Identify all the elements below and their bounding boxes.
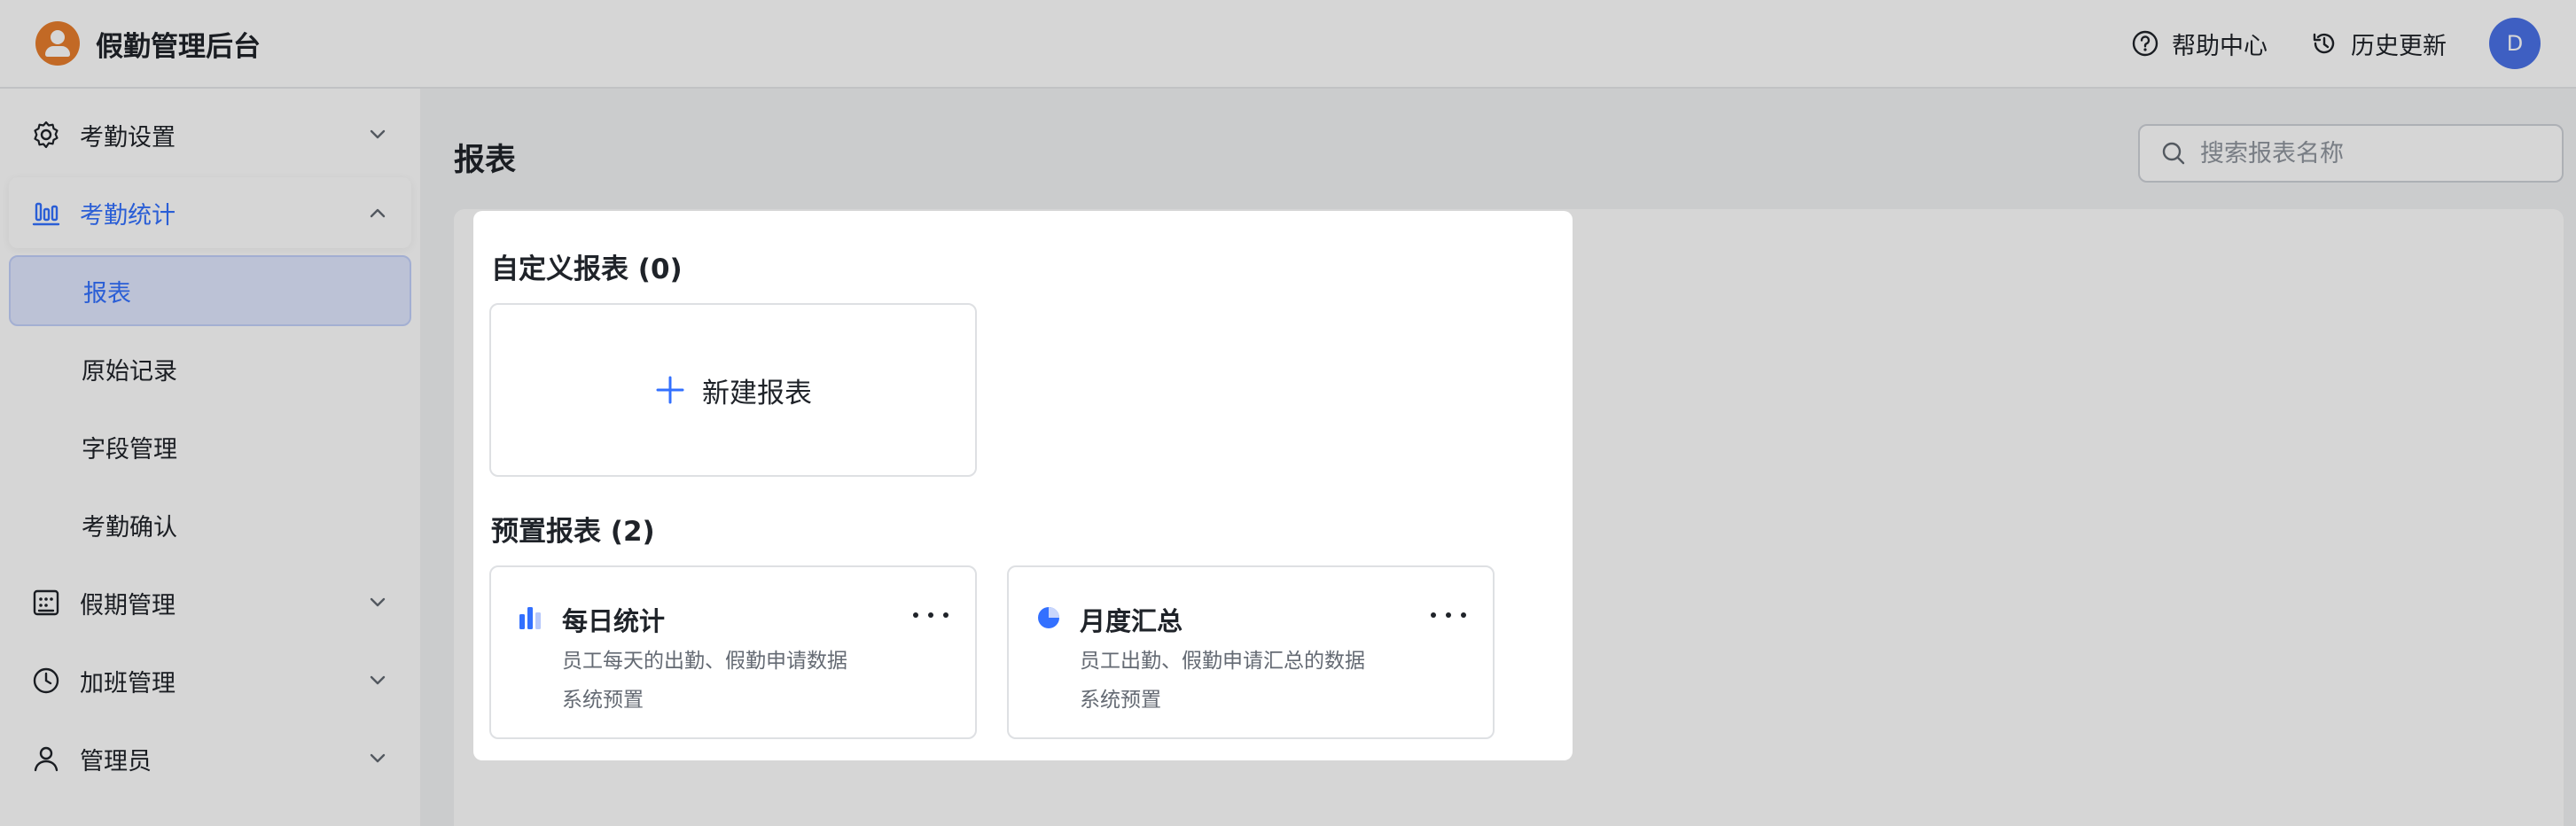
pie-chart-icon xyxy=(1038,607,1059,628)
report-name: 月度汇总 xyxy=(1080,606,1183,636)
new-report-label: 新建报表 xyxy=(702,377,812,409)
report-tag: 系统预置 xyxy=(562,689,644,712)
preset-reports-title: 预置报表 (2) xyxy=(491,516,655,548)
report-card-monthly[interactable]: 月度汇总 员工出勤、假勤申请汇总的数据 系统预置 xyxy=(1007,565,1495,739)
more-options-icon[interactable] xyxy=(913,603,948,627)
more-options-icon[interactable] xyxy=(1431,603,1466,627)
report-card-daily[interactable]: 每日统计 员工每天的出勤、假勤申请数据 系统预置 xyxy=(489,565,977,739)
custom-reports-title: 自定义报表 (0) xyxy=(491,253,683,285)
new-report-button[interactable]: 新建报表 xyxy=(489,303,977,477)
reports-panel: 自定义报表 (0) 新建报表 预置报表 (2) 每日统计 员工每天的出勤、假勤申… xyxy=(473,211,1573,760)
daily-chart-icon xyxy=(519,607,541,629)
report-name: 每日统计 xyxy=(562,606,666,636)
report-description: 员工每天的出勤、假勤申请数据 xyxy=(562,650,847,673)
report-tag: 系统预置 xyxy=(1080,689,1161,712)
plus-icon xyxy=(656,376,684,404)
report-description: 员工出勤、假勤申请汇总的数据 xyxy=(1080,650,1365,673)
